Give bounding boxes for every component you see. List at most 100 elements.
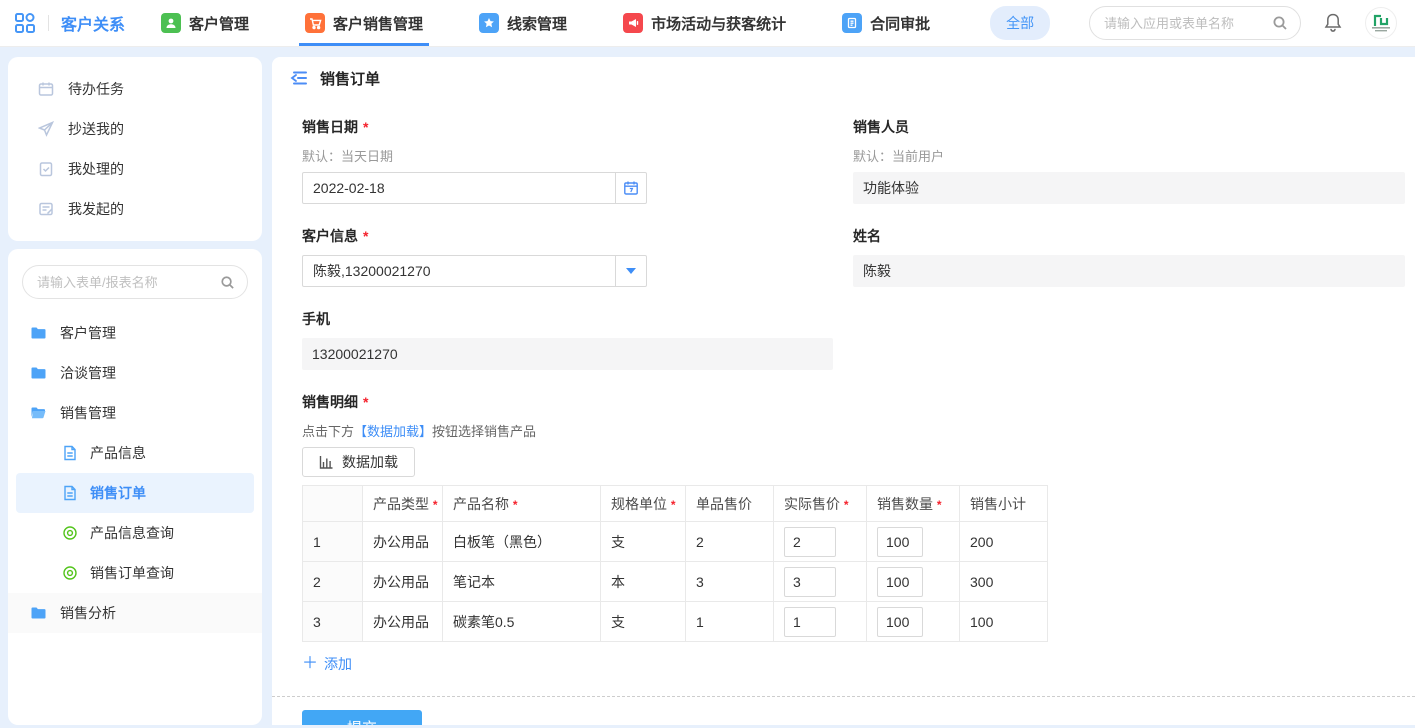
field-hint: 默认：当前用户: [853, 146, 1405, 165]
top-navbar: 客户关系 客户管理 客户销售管理 线索管理: [0, 0, 1415, 47]
sidebar-item-started-by-me[interactable]: 我发起的: [8, 189, 262, 229]
cell-subtotal: 100: [960, 602, 1048, 642]
global-search[interactable]: [1089, 6, 1301, 40]
date-input-wrap: [302, 172, 647, 204]
cell-unit-price: 3: [686, 562, 774, 602]
data-load-label: 数据加载: [342, 452, 398, 472]
workspace-title[interactable]: 客户关系: [61, 11, 125, 35]
notification-bell-icon[interactable]: [1323, 12, 1343, 34]
form-doc-icon: [62, 445, 78, 461]
person-app-icon: [161, 13, 181, 33]
sidebar-item-handled-by-me[interactable]: 我处理的: [8, 149, 262, 189]
data-load-button[interactable]: 数据加载: [302, 447, 415, 477]
required-mark: *: [844, 498, 849, 512]
cell-unit-price: 1: [686, 602, 774, 642]
topbar-right: [1089, 6, 1397, 40]
sidebar-item-todo-tasks[interactable]: 待办任务: [8, 69, 262, 109]
form-search-input[interactable]: [37, 275, 220, 290]
required-mark: *: [433, 498, 438, 512]
chevron-down-icon: [626, 268, 636, 274]
form-item-sales-order-query[interactable]: 销售订单查询: [8, 553, 262, 593]
add-detail-row-button[interactable]: ＋ 添加: [302, 654, 352, 674]
field-sales-detail: 销售明细* 点击下方【数据加载】按钮选择销售产品 数据加载 产品类型 * 产品名…: [302, 392, 1405, 674]
field-customer-info: 客户信息* 陈毅,13200021270: [302, 226, 833, 287]
col-product-name: 产品名称 *: [443, 486, 601, 522]
form-search[interactable]: [22, 265, 248, 299]
form-footer: 提交: [272, 697, 1415, 725]
col-subtotal: 销售小计: [960, 486, 1048, 522]
col-index: [303, 486, 363, 522]
cell-product-name: 笔记本: [443, 562, 601, 602]
tab-label: 客户管理: [189, 13, 249, 34]
quick-tasks-card: 待办任务 抄送我的 我处理的 我发起的: [8, 57, 262, 241]
required-mark: *: [937, 498, 942, 512]
tab-customer-management[interactable]: 客户管理: [161, 0, 249, 46]
quantity-input[interactable]: [877, 527, 923, 557]
tab-label: 线索管理: [507, 13, 567, 34]
col-actual-price: 实际售价 *: [774, 486, 867, 522]
folder-icon: [30, 365, 46, 381]
paper-plane-icon: [38, 121, 54, 137]
folder-open-icon: [30, 405, 46, 421]
date-picker-trigger[interactable]: [615, 173, 646, 203]
customer-select[interactable]: 陈毅,13200021270: [302, 255, 647, 287]
user-avatar[interactable]: [1365, 7, 1397, 39]
cell-product-name: 碳素笔0.5: [443, 602, 601, 642]
col-unit-price: 单品售价: [686, 486, 774, 522]
cell-actual-price: [774, 522, 867, 562]
tab-contract-approval[interactable]: 合同审批: [842, 0, 930, 46]
tab-label: 合同审批: [870, 13, 930, 34]
sidebar-item-label: 我处理的: [68, 159, 124, 179]
detail-hint: 点击下方【数据加载】按钮选择销售产品: [302, 421, 1405, 440]
form-item-product-info-query[interactable]: 产品信息查询: [8, 513, 262, 553]
cell-unit: 本: [601, 562, 686, 602]
cell-quantity: [867, 562, 960, 602]
tab-customer-sales-management[interactable]: 客户销售管理: [305, 0, 423, 46]
quantity-input[interactable]: [877, 607, 923, 637]
cell-quantity: [867, 522, 960, 562]
cell-actual-price: [774, 602, 867, 642]
tab-lead-management[interactable]: 线索管理: [479, 0, 567, 46]
form-item-product-info[interactable]: 产品信息: [8, 433, 262, 473]
folder-customer-management[interactable]: 客户管理: [8, 313, 262, 353]
sale-date-input[interactable]: [313, 180, 615, 196]
hint-load-link[interactable]: 【数据加载】: [354, 424, 432, 439]
app-window: 客户关系 客户管理 客户销售管理 线索管理: [0, 0, 1415, 728]
apps-grid-icon[interactable]: [14, 12, 36, 34]
search-icon[interactable]: [1272, 15, 1288, 31]
tab-marketing-stats[interactable]: 市场活动与获客统计: [623, 0, 786, 46]
cell-product-type: 办公用品: [363, 562, 443, 602]
col-quantity: 销售数量 *: [867, 486, 960, 522]
form-item-label: 销售订单: [90, 483, 146, 503]
required-mark: *: [363, 394, 368, 410]
submit-button[interactable]: 提交: [302, 710, 422, 725]
folder-sales-analysis[interactable]: 销售分析: [8, 593, 262, 633]
folder-sales-management[interactable]: 销售管理: [8, 393, 262, 433]
form-item-label: 产品信息查询: [90, 523, 174, 543]
actual-price-input[interactable]: [784, 567, 836, 597]
global-search-input[interactable]: [1104, 16, 1272, 31]
quantity-input[interactable]: [877, 567, 923, 597]
folder-negotiation-management[interactable]: 洽谈管理: [8, 353, 262, 393]
table-header-row: 产品类型 * 产品名称 * 规格单位 * 单品售价 实际售价 * 销售数量 * …: [303, 486, 1048, 522]
cell-unit-price: 2: [686, 522, 774, 562]
plus-icon: ＋: [302, 656, 318, 672]
form-item-sales-order[interactable]: 销售订单: [16, 473, 254, 513]
select-dropdown-trigger[interactable]: [615, 256, 646, 286]
row-index: 1: [303, 522, 363, 562]
field-label: 手机: [302, 309, 330, 329]
search-icon[interactable]: [220, 275, 235, 290]
actual-price-input[interactable]: [784, 607, 836, 637]
sidebar-item-label: 待办任务: [68, 79, 124, 99]
sidebar-item-cc-to-me[interactable]: 抄送我的: [8, 109, 262, 149]
field-hint: 默认：当天日期: [302, 146, 833, 165]
form-doc-icon: [62, 485, 78, 501]
field-name: 姓名 陈毅: [853, 226, 1405, 287]
collapse-back-icon[interactable]: [290, 70, 308, 86]
form-tree-card: 客户管理 洽谈管理 销售管理 产品信息 销售订单: [8, 249, 262, 725]
name-value: 陈毅: [853, 255, 1405, 287]
all-apps-pill[interactable]: 全部: [990, 6, 1050, 40]
actual-price-input[interactable]: [784, 527, 836, 557]
form-header: 销售订单: [272, 57, 1415, 99]
brand-divider: [48, 15, 49, 31]
